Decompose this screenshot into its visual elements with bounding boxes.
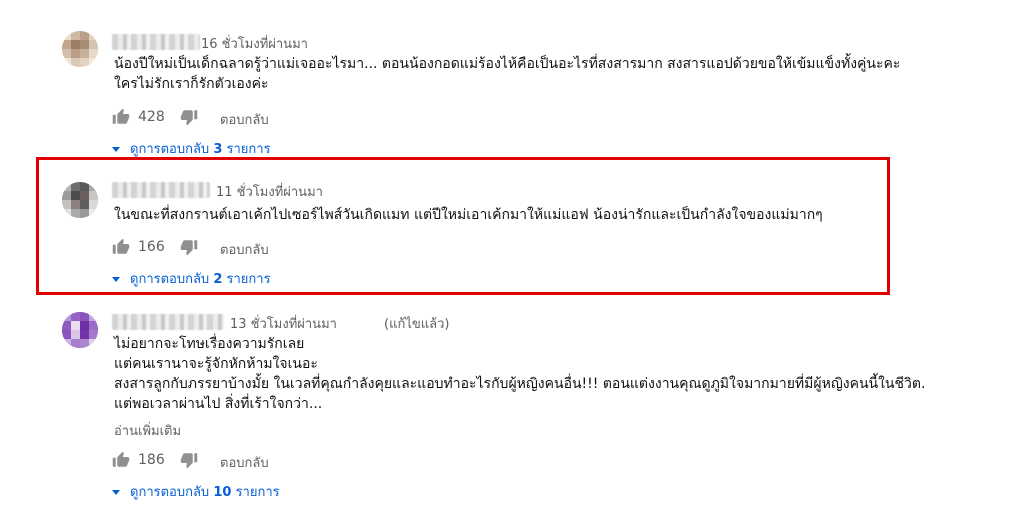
reply-count: 3	[213, 142, 223, 157]
avatar[interactable]	[62, 312, 98, 348]
comment-actions: 428 ตอบกลับ	[112, 108, 412, 128]
reply-count: 2	[213, 272, 223, 287]
author-name-blurred[interactable]	[112, 34, 200, 50]
avatar[interactable]	[62, 182, 98, 218]
like-count: 428	[138, 109, 165, 125]
view-replies-label: ดูการตอบกลับ	[130, 272, 210, 287]
like-count: 186	[138, 452, 165, 468]
view-replies-button[interactable]: ดูการตอบกลับ 10 รายการ	[112, 481, 280, 502]
read-more-link[interactable]: อ่านเพิ่มเติม	[114, 420, 181, 441]
comment-text-line: ใครไม่รักเราก็รักตัวเองค่ะ	[114, 76, 269, 92]
comment-actions: 186 ตอบกลับ	[112, 451, 412, 471]
view-replies-button[interactable]: ดูการตอบกลับ 3 รายการ	[112, 138, 271, 159]
edited-label: (แก้ไขแล้ว)	[384, 317, 450, 332]
reply-count: 10	[213, 485, 232, 500]
comment-text-line: ในขณะที่สงกรานต์เอาเค้กไปเซอร์ไพส์วันเกิ…	[114, 207, 823, 223]
thumbs-up-icon[interactable]	[112, 238, 130, 256]
like-count: 166	[138, 239, 165, 255]
chevron-down-icon	[112, 490, 120, 495]
thumbs-down-icon[interactable]	[180, 108, 198, 126]
author-name-blurred[interactable]	[112, 314, 224, 330]
comment-timestamp[interactable]: 11 ชั่วโมงที่ผ่านมา	[216, 181, 323, 202]
thumbs-up-icon[interactable]	[112, 108, 130, 126]
comment-text-line: น้องปีใหม่เป็นเด็กฉลาดรู้ว่าแม่เจออะไรมา…	[114, 56, 901, 72]
view-replies-label: ดูการตอบกลับ	[130, 142, 210, 157]
reply-suffix: รายการ	[235, 485, 280, 500]
comment-actions: 166 ตอบกลับ	[112, 238, 412, 258]
chevron-down-icon	[112, 277, 120, 282]
comment-timestamp[interactable]: 13 ชั่วโมงที่ผ่านมา	[230, 313, 337, 334]
reply-suffix: รายการ	[226, 272, 271, 287]
reply-button[interactable]: ตอบกลับ	[220, 452, 269, 473]
comment-text-line: แต่คนเรานาจะรู้จักหักห้ามใจเนอะ	[114, 356, 318, 372]
reply-button[interactable]: ตอบกลับ	[220, 109, 269, 130]
chevron-down-icon	[112, 147, 120, 152]
comment-text-line: แต่พอเวลาผ่านไป สิ่งที่เร้าใจกว่า...	[114, 396, 323, 412]
avatar[interactable]	[62, 31, 98, 67]
thumbs-down-icon[interactable]	[180, 238, 198, 256]
comment-text-line: สงสารลูกกับภรรยาบ้างมั้ย ในเวลที่คุณกำลั…	[114, 376, 926, 392]
thumbs-down-icon[interactable]	[180, 451, 198, 469]
view-replies-button[interactable]: ดูการตอบกลับ 2 รายการ	[112, 268, 271, 289]
view-replies-label: ดูการตอบกลับ	[130, 485, 210, 500]
comment-timestamp[interactable]: 16 ชั่วโมงที่ผ่านมา	[201, 33, 308, 54]
reply-suffix: รายการ	[226, 142, 271, 157]
reply-button[interactable]: ตอบกลับ	[220, 239, 269, 260]
author-name-blurred[interactable]	[112, 182, 210, 198]
comment-text-line: ไม่อยากจะโทษเรื่องความรักเลย	[114, 336, 305, 352]
thumbs-up-icon[interactable]	[112, 451, 130, 469]
